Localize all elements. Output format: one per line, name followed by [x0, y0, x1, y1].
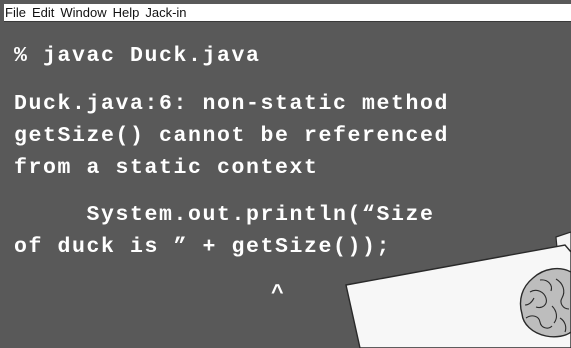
error-line-3: from a static context: [14, 156, 319, 180]
source-line-1: System.out.println(“Size: [14, 203, 435, 227]
terminal-output[interactable]: % javac Duck.java Duck.java:6: non-stati…: [14, 22, 571, 348]
command-line: % javac Duck.java: [14, 44, 261, 68]
error-line-2: getSize() cannot be referenced: [14, 124, 450, 148]
menu-help[interactable]: Help: [113, 5, 140, 20]
source-line-2: of duck is ” + getSize());: [14, 235, 392, 259]
menu-bar: File Edit Window Help Jack-in: [4, 4, 571, 22]
menu-file[interactable]: File: [5, 5, 26, 20]
menu-edit[interactable]: Edit: [32, 5, 54, 20]
menu-jack-in[interactable]: Jack-in: [145, 5, 186, 20]
error-line-1: Duck.java:6: non-static method: [14, 92, 450, 116]
menu-window[interactable]: Window: [60, 5, 106, 20]
error-caret: ^: [271, 282, 286, 306]
terminal-window: File Edit Window Help Jack-in % javac Du…: [0, 0, 571, 348]
